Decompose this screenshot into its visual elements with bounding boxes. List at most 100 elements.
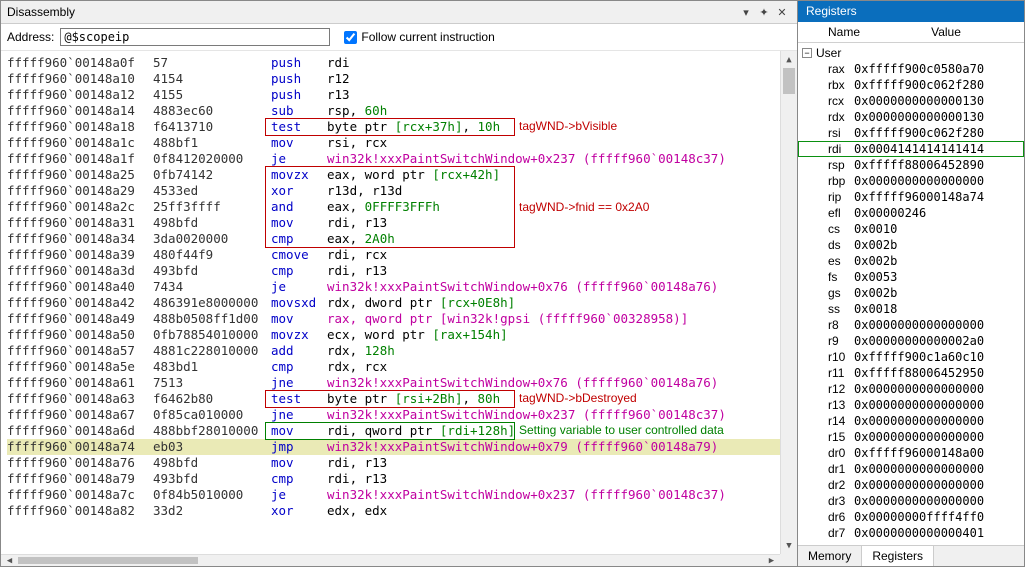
scroll-up-icon[interactable]: ▲ [781,51,797,68]
register-row-ss[interactable]: ss0x0018 [798,301,1024,317]
register-name: r11 [814,366,854,380]
register-name: efl [814,206,854,220]
reg-col-value[interactable]: Value [868,22,1024,42]
scroll-right-icon[interactable]: ▶ [763,555,780,566]
register-row-dr0[interactable]: dr00xfffff96000148a00 [798,445,1024,461]
scroll-left-icon[interactable]: ◀ [1,555,18,566]
register-row-gs[interactable]: gs0x002b [798,285,1024,301]
reg-group-user[interactable]: − User [798,45,1024,61]
register-row-r14[interactable]: r140x0000000000000000 [798,413,1024,429]
register-value: 0xfffff88006452890 [854,158,1024,172]
register-value: 0xfffff88006452950 [854,366,1024,380]
follow-label: Follow current instruction [361,30,494,44]
disasm-row[interactable]: fffff960`00148a74 eb03jmpwin32k!xxxPaint… [7,439,797,455]
pin-icon[interactable]: ✦ [755,4,773,20]
register-row-cs[interactable]: cs0x0010 [798,221,1024,237]
register-value: 0x002b [854,286,1024,300]
register-row-dr3[interactable]: dr30x0000000000000000 [798,493,1024,509]
register-row-rbp[interactable]: rbp0x0000000000000000 [798,173,1024,189]
collapse-icon[interactable]: − [802,48,812,58]
register-row-dr1[interactable]: dr10x0000000000000000 [798,461,1024,477]
register-value: 0xfffff900c1a60c10 [854,350,1024,364]
register-value: 0x0053 [854,270,1024,284]
scroll-corner [780,554,797,566]
register-value: 0xfffff900c0580a70 [854,62,1024,76]
disasm-row[interactable]: fffff960`00148a42 486391e8000000movsxdrd… [7,295,797,311]
register-name: dr0 [814,446,854,460]
disasm-row[interactable]: fffff960`00148a50 0fb78854010000movzxecx… [7,327,797,343]
h-scroll-thumb[interactable] [18,557,198,564]
register-name: rsp [814,158,854,172]
registers-list[interactable]: − User rax0xfffff900c0580a70rbx0xfffff90… [798,43,1024,545]
register-row-dr6[interactable]: dr60x00000000ffff4ff0 [798,509,1024,525]
register-name: rdi [814,142,854,156]
registers-tabs: Memory Registers [798,545,1024,566]
register-row-rsp[interactable]: rsp0xfffff88006452890 [798,157,1024,173]
address-input[interactable] [60,28,330,46]
disasm-row[interactable]: fffff960`00148a0f 57pushrdi [7,55,797,71]
register-row-ds[interactable]: ds0x002b [798,237,1024,253]
disasm-row[interactable]: fffff960`00148a3d 493bfdcmprdi, r13 [7,263,797,279]
reg-col-name[interactable]: Name [798,22,868,42]
annotation-box [265,422,515,440]
disasm-row[interactable]: fffff960`00148a5e 483bd1cmprdx, rcx [7,359,797,375]
disasm-row[interactable]: fffff960`00148a49 488b0508ff1d00movrax, … [7,311,797,327]
disasm-row[interactable]: fffff960`00148a12 4155pushr13 [7,87,797,103]
follow-checkbox-wrap[interactable]: Follow current instruction [344,30,494,44]
register-row-dr7[interactable]: dr70x0000000000000401 [798,525,1024,541]
register-value: 0x0000000000000130 [854,110,1024,124]
register-row-rcx[interactable]: rcx0x0000000000000130 [798,93,1024,109]
follow-checkbox[interactable] [344,31,357,44]
register-row-rbx[interactable]: rbx0xfffff900c062f280 [798,77,1024,93]
register-row-r10[interactable]: r100xfffff900c1a60c10 [798,349,1024,365]
horizontal-scrollbar[interactable]: ◀ ▶ [1,554,780,566]
annotation-text: tagWND->bDestroyed [519,390,637,406]
register-row-r13[interactable]: r130x0000000000000000 [798,397,1024,413]
disasm-row[interactable]: fffff960`00148a67 0f85ca010000jnewin32k!… [7,407,797,423]
register-row-r12[interactable]: r120x0000000000000000 [798,381,1024,397]
register-row-es[interactable]: es0x002b [798,253,1024,269]
disasm-row[interactable]: fffff960`00148a1c 488bf1movrsi, rcx [7,135,797,151]
register-row-rdi[interactable]: rdi0x0004141414141414 [798,141,1024,157]
disasm-row[interactable]: fffff960`00148a82 33d2xoredx, edx [7,503,797,519]
registers-header: Name Value [798,22,1024,43]
disasm-body[interactable]: fffff960`00148a0f 57pushrdifffff960`0014… [1,51,797,566]
tab-registers[interactable]: Registers [862,546,934,566]
register-row-r15[interactable]: r150x0000000000000000 [798,429,1024,445]
register-row-r11[interactable]: r110xfffff88006452950 [798,365,1024,381]
disasm-row[interactable]: fffff960`00148a61 7513jnewin32k!xxxPaint… [7,375,797,391]
register-row-fs[interactable]: fs0x0053 [798,269,1024,285]
register-name: rcx [814,94,854,108]
register-row-rax[interactable]: rax0xfffff900c0580a70 [798,61,1024,77]
register-row-rip[interactable]: rip0xfffff96000148a74 [798,189,1024,205]
disasm-row[interactable]: fffff960`00148a79 493bfdcmprdi, r13 [7,471,797,487]
register-row-rsi[interactable]: rsi0xfffff900c062f280 [798,125,1024,141]
register-row-r9[interactable]: r90x00000000000002a0 [798,333,1024,349]
register-name: dr2 [814,478,854,492]
disasm-row[interactable]: fffff960`00148a40 7434jewin32k!xxxPaintS… [7,279,797,295]
annotation-box [265,390,515,408]
register-value: 0x0000000000000000 [854,430,1024,444]
register-value: 0x00000246 [854,206,1024,220]
register-name: r14 [814,414,854,428]
register-value: 0xfffff96000148a00 [854,446,1024,460]
tab-memory[interactable]: Memory [798,546,862,566]
vertical-scrollbar[interactable]: ▲ ▼ [780,51,797,554]
disasm-row[interactable]: fffff960`00148a14 4883ec60subrsp, 60h [7,103,797,119]
register-row-rdx[interactable]: rdx0x0000000000000130 [798,109,1024,125]
register-row-efl[interactable]: efl0x00000246 [798,205,1024,221]
window-dropdown-icon[interactable]: ▾ [737,4,755,20]
disasm-row[interactable]: fffff960`00148a39 480f44f9cmoverdi, rcx [7,247,797,263]
register-row-dr2[interactable]: dr20x0000000000000000 [798,477,1024,493]
disasm-row[interactable]: fffff960`00148a1f 0f8412020000jewin32k!x… [7,151,797,167]
close-icon[interactable]: ✕ [773,4,791,20]
register-name: dr1 [814,462,854,476]
disasm-row[interactable]: fffff960`00148a57 4881c228010000addrdx, … [7,343,797,359]
v-scroll-thumb[interactable] [783,68,795,94]
disasm-row[interactable]: fffff960`00148a10 4154pushr12 [7,71,797,87]
disasm-row[interactable]: fffff960`00148a7c 0f84b5010000jewin32k!x… [7,487,797,503]
disasm-row[interactable]: fffff960`00148a76 498bfdmovrdi, r13 [7,455,797,471]
scroll-down-icon[interactable]: ▼ [781,537,797,554]
register-row-r8[interactable]: r80x0000000000000000 [798,317,1024,333]
registers-pane: Registers Name Value − User rax0xfffff90… [798,1,1024,566]
